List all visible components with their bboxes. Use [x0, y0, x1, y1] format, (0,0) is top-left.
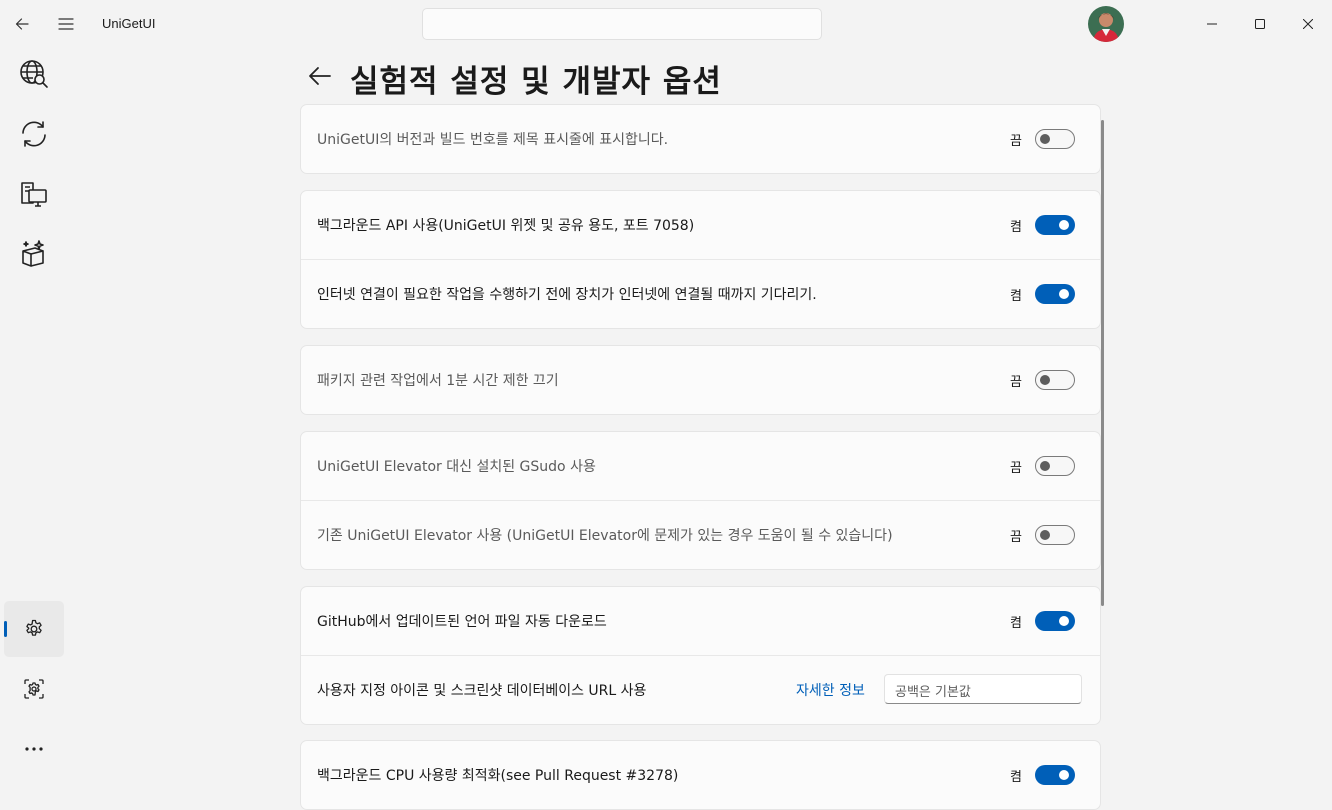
setting-row-disable-timeout: 패키지 관련 작업에서 1분 시간 제한 끄기 끔 — [301, 346, 1100, 414]
arrow-left-icon — [15, 18, 29, 30]
toggle-knob — [1059, 220, 1069, 230]
toggle-switch[interactable] — [1035, 525, 1075, 545]
setting-label: 백그라운드 CPU 사용량 최적화(see Pull Request #3278… — [317, 768, 679, 784]
database-url-input[interactable]: 공백은 기본값 — [884, 674, 1082, 704]
back-button[interactable] — [4, 0, 40, 48]
toggle-state-text: 켬 — [1010, 288, 1022, 304]
setting-label: 백그라운드 API 사용(UniGetUI 위젯 및 공유 용도, 포트 705… — [317, 218, 695, 234]
minimize-button[interactable] — [1188, 0, 1236, 48]
toggle-state-text: 끔 — [1010, 133, 1022, 149]
setting-row-gsudo: UniGetUI Elevator 대신 설치된 GSudo 사용 끔 — [301, 432, 1100, 500]
setting-row-legacy-elevator: 기존 UniGetUI Elevator 사용 (UniGetUI Elevat… — [301, 500, 1100, 569]
settings-card: 백그라운드 CPU 사용량 최적화(see Pull Request #3278… — [300, 740, 1101, 810]
setting-row-language-download: GitHub에서 업데이트된 언어 파일 자동 다운로드 켬 — [301, 587, 1100, 655]
page-title: 실험적 설정 및 개발자 옵션 — [350, 64, 722, 100]
setting-label: 사용자 지정 아이콘 및 스크린샷 데이터베이스 URL 사용 — [317, 683, 647, 699]
gear-icon — [26, 619, 42, 636]
sidebar-item-more[interactable] — [4, 721, 64, 777]
sync-icon — [22, 121, 46, 147]
setting-label: 인터넷 연결이 필요한 작업을 수행하기 전에 장치가 인터넷에 연결될 때까지… — [317, 287, 817, 303]
setting-label: UniGetUI의 버전과 빌드 번호를 제목 표시줄에 표시합니다. — [317, 132, 669, 148]
toggle-switch[interactable] — [1035, 215, 1075, 235]
arrow-left-icon — [309, 67, 331, 85]
sidebar-item-updates[interactable] — [4, 106, 64, 162]
setting-row-cpu-optimization: 백그라운드 CPU 사용량 최적화(see Pull Request #3278… — [301, 741, 1100, 809]
sidebar-item-bundles[interactable] — [4, 226, 64, 282]
toggle-state-text: 켬 — [1010, 615, 1022, 631]
app-title: UniGetUI — [102, 16, 156, 31]
search-input[interactable] — [422, 8, 822, 40]
settings-card: GitHub에서 업데이트된 언어 파일 자동 다운로드 켬 사용자 지정 아이… — [300, 586, 1101, 725]
scrollbar-thumb[interactable] — [1101, 120, 1104, 606]
toggle-state-text: 끔 — [1010, 460, 1022, 476]
settings-card: UniGetUI Elevator 대신 설치된 GSudo 사용 끔 기존 U… — [300, 431, 1101, 570]
toggle-knob — [1059, 770, 1069, 780]
setting-row-show-version: UniGetUI의 버전과 빌드 번호를 제목 표시줄에 표시합니다. 끔 — [301, 105, 1100, 173]
toggle-knob — [1059, 289, 1069, 299]
toggle-state-text: 켬 — [1010, 219, 1022, 235]
maximize-icon — [1255, 19, 1265, 29]
setting-row-background-api: 백그라운드 API 사용(UniGetUI 위젯 및 공유 용도, 포트 705… — [301, 191, 1100, 259]
more-icon — [25, 747, 43, 751]
setting-label: GitHub에서 업데이트된 언어 파일 자동 다운로드 — [317, 614, 607, 630]
toggle-switch[interactable] — [1035, 611, 1075, 631]
globe-search-icon — [20, 60, 48, 88]
avatar[interactable] — [1088, 6, 1124, 42]
toggle-knob — [1040, 530, 1050, 540]
setting-label: 기존 UniGetUI Elevator 사용 (UniGetUI Elevat… — [317, 528, 893, 544]
gear-square-icon — [24, 679, 44, 699]
sidebar-item-discover[interactable] — [4, 46, 64, 102]
more-info-link[interactable]: 자세한 정보 — [796, 680, 865, 700]
setting-label: UniGetUI Elevator 대신 설치된 GSudo 사용 — [317, 459, 596, 475]
settings-card: UniGetUI의 버전과 빌드 번호를 제목 표시줄에 표시합니다. 끔 — [300, 104, 1101, 174]
sidebar-item-settings[interactable] — [4, 601, 64, 657]
page-back-button[interactable] — [304, 60, 336, 92]
toggle-state-text: 켬 — [1010, 769, 1022, 785]
toggle-state-text: 끔 — [1010, 529, 1022, 545]
toggle-switch[interactable] — [1035, 456, 1075, 476]
sidebar-item-installed[interactable] — [4, 166, 64, 222]
title-bar: UniGetUI — [0, 0, 1332, 48]
toggle-knob — [1040, 375, 1050, 385]
toggle-switch[interactable] — [1035, 370, 1075, 390]
toggle-switch[interactable] — [1035, 765, 1075, 785]
settings-card: 패키지 관련 작업에서 1분 시간 제한 끄기 끔 — [300, 345, 1101, 415]
maximize-button[interactable] — [1236, 0, 1284, 48]
close-icon — [1303, 19, 1313, 29]
menu-button[interactable] — [48, 0, 84, 48]
setting-row-icon-database-url: 사용자 지정 아이콘 및 스크린샷 데이터베이스 URL 사용 자세한 정보 공… — [301, 655, 1100, 724]
settings-card: 백그라운드 API 사용(UniGetUI 위젯 및 공유 용도, 포트 705… — [300, 190, 1101, 329]
active-indicator — [4, 621, 7, 637]
toggle-switch[interactable] — [1035, 129, 1075, 149]
setting-row-wait-internet: 인터넷 연결이 필요한 작업을 수행하기 전에 장치가 인터넷에 연결될 때까지… — [301, 259, 1100, 328]
sparkle-box-icon — [22, 240, 44, 267]
toggle-state-text: 끔 — [1010, 374, 1022, 390]
sidebar-item-managers[interactable] — [4, 661, 64, 717]
installed-packages-icon — [21, 182, 47, 207]
toggle-switch[interactable] — [1035, 284, 1075, 304]
minimize-icon — [1207, 23, 1217, 25]
toggle-knob — [1040, 461, 1050, 471]
hamburger-icon — [58, 18, 74, 30]
toggle-knob — [1059, 616, 1069, 626]
close-button[interactable] — [1284, 0, 1332, 48]
user-avatar-image — [1088, 6, 1124, 42]
toggle-knob — [1040, 134, 1050, 144]
setting-label: 패키지 관련 작업에서 1분 시간 제한 끄기 — [317, 373, 559, 389]
